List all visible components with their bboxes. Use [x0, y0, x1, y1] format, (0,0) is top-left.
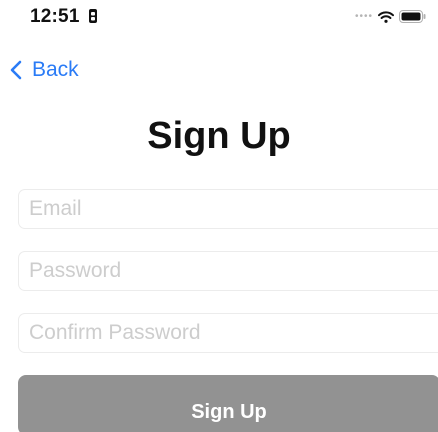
sign-up-screen: 12:51 •••• Back Sign Up Email Sign Up [0, 0, 438, 432]
status-icons: •••• [355, 10, 426, 23]
back-button[interactable]: Back [10, 58, 79, 82]
status-bar: 12:51 •••• [0, 0, 438, 40]
status-time-label: 12:51 [30, 6, 80, 27]
sign-up-button[interactable]: Sign Up [18, 375, 438, 432]
confirm-password-field[interactable] [18, 313, 438, 353]
back-label: Back [32, 58, 79, 81]
chevron-left-icon [10, 60, 22, 80]
recording-badge-icon [89, 9, 98, 23]
email-field[interactable] [18, 189, 438, 229]
more-dots-icon: •••• [354, 10, 373, 22]
password-field[interactable] [18, 251, 438, 291]
status-time: 12:51 [30, 6, 98, 28]
battery-icon [399, 10, 426, 23]
page-title: Sign Up [147, 115, 291, 157]
wifi-icon [378, 10, 394, 23]
